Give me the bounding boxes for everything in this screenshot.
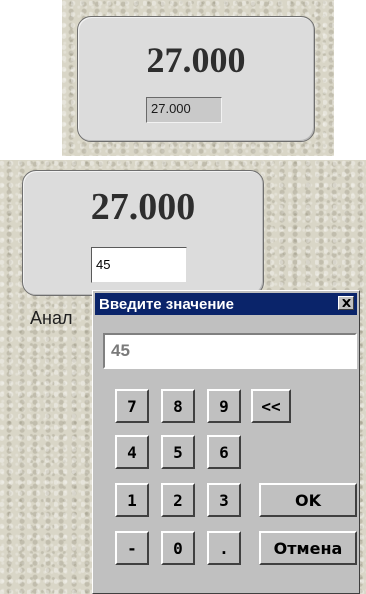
ok-button[interactable]: OK — [259, 483, 357, 517]
key-5[interactable]: 5 — [161, 435, 195, 469]
close-icon — [342, 299, 351, 307]
dialog-value-input[interactable]: 45 — [103, 333, 357, 369]
dialog-titlebar[interactable]: Введите значение — [95, 293, 357, 315]
dialog-title: Введите значение — [99, 296, 234, 313]
second-big-value: 27.000 — [90, 186, 196, 228]
key-0[interactable]: 0 — [161, 531, 195, 565]
close-button[interactable] — [338, 296, 354, 310]
key-1[interactable]: 1 — [115, 483, 149, 517]
cancel-button[interactable]: Отмена — [259, 531, 357, 565]
key-6[interactable]: 6 — [207, 435, 241, 469]
key-2[interactable]: 2 — [161, 483, 195, 517]
top-widget-background: 27.000 27.000 — [62, 0, 334, 156]
top-value-panel: 27.000 27.000 — [77, 16, 315, 142]
backspace-button[interactable]: << — [251, 389, 291, 423]
second-value-panel: 27.000 45 — [22, 170, 264, 296]
analog-label: Анал — [30, 308, 73, 328]
decimal-point-key[interactable]: . — [207, 531, 241, 565]
top-value-field: 27.000 — [146, 97, 222, 123]
key-7[interactable]: 7 — [115, 389, 149, 423]
key-4[interactable]: 4 — [115, 435, 149, 469]
top-big-value: 27.000 — [146, 40, 246, 80]
key-3[interactable]: 3 — [207, 483, 241, 517]
numeric-keypad-dialog: Введите значение 45 7 8 9 << 4 5 6 1 2 3… — [92, 290, 360, 594]
second-value-input[interactable]: 45 — [91, 247, 187, 283]
key-9[interactable]: 9 — [207, 389, 241, 423]
minus-key[interactable]: - — [115, 531, 149, 565]
key-8[interactable]: 8 — [161, 389, 195, 423]
